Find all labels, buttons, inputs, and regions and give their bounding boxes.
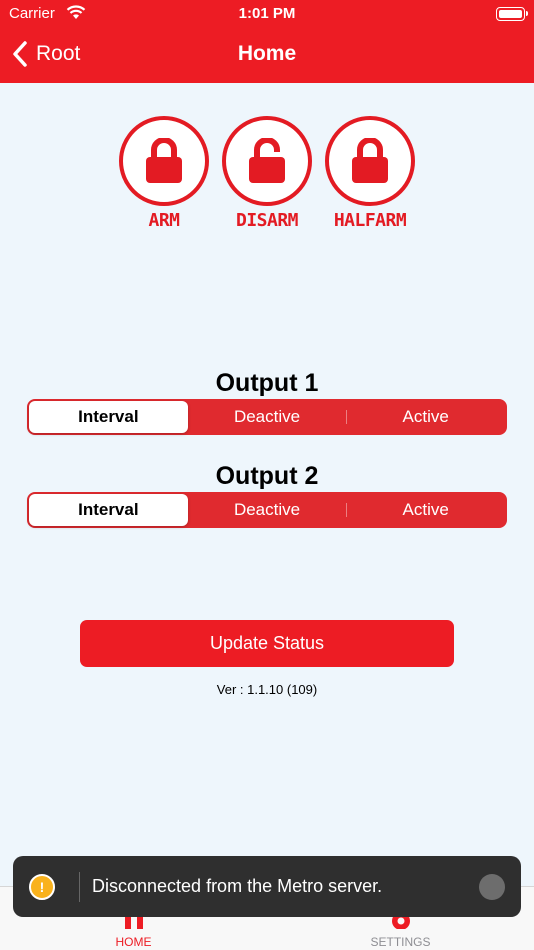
battery-icon	[496, 7, 528, 21]
halfarm-button[interactable]: HALFARM	[320, 116, 420, 231]
arm-label: ARM	[148, 210, 180, 231]
warning-icon: !	[29, 874, 55, 900]
disarm-label: DISARM	[235, 210, 299, 231]
tab-settings-label: SETTINGS	[370, 935, 431, 949]
status-bar: Carrier 1:01 PM	[0, 0, 534, 28]
output-2-title: Output 2	[215, 462, 319, 490]
version-label: Ver : 1.1.10 (109)	[216, 682, 318, 697]
output-2-deactive-segment[interactable]: Deactive	[188, 494, 347, 526]
output-1-interval-segment[interactable]: Interval	[29, 401, 188, 433]
output-1-title: Output 1	[215, 369, 319, 397]
arm-button[interactable]: ARM	[114, 116, 214, 231]
toast-notification: ! Disconnected from the Metro server.	[13, 856, 521, 917]
clock: 1:01 PM	[238, 5, 296, 22]
toast-divider	[79, 872, 80, 902]
toast-dismiss-button[interactable]	[479, 874, 505, 900]
toast-message: Disconnected from the Metro server.	[92, 876, 383, 896]
disarm-button[interactable]: DISARM	[217, 116, 317, 231]
output-1-active-segment[interactable]: Active	[346, 401, 505, 433]
output-1-deactive-segment[interactable]: Deactive	[188, 401, 347, 433]
output-1-segmented-control: Interval Deactive Active	[27, 399, 507, 435]
page-title: Home	[237, 42, 297, 65]
update-status-button[interactable]: Update Status	[80, 620, 454, 667]
nav-header: Carrier 1:01 PM Root Home	[0, 0, 534, 83]
output-2-interval-segment[interactable]: Interval	[29, 494, 188, 526]
halfarm-label: HALFARM	[333, 210, 407, 231]
lock-closed-icon	[146, 138, 182, 183]
tab-home-label: HOME	[115, 935, 152, 949]
output-2-active-segment[interactable]: Active	[346, 494, 505, 526]
lock-closed-icon	[352, 138, 388, 183]
output-2-segmented-control: Interval Deactive Active	[27, 492, 507, 528]
lock-open-icon	[249, 138, 285, 183]
